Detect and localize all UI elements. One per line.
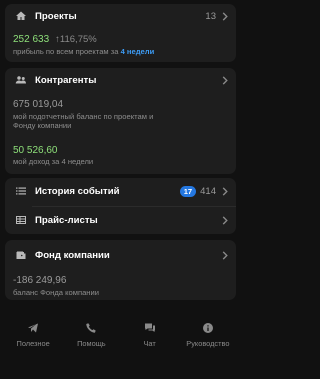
projects-card[interactable]: Проекты 13 252 633 ↑116,75% прибыль по в… — [5, 4, 236, 62]
counterparties-income-caption: мой доход за 4 недели — [13, 157, 94, 166]
fund-title: Фонд компании — [35, 249, 110, 261]
fund-card[interactable]: Фонд компании -186 249,96 баланс Фонда к… — [5, 240, 236, 300]
tab-label: Чат — [143, 339, 156, 348]
projects-count: 13 — [205, 10, 216, 22]
send-icon — [28, 323, 39, 333]
counterparties-header[interactable]: Контрагенты — [5, 70, 236, 90]
projects-growth: ↑116,75% — [55, 34, 97, 45]
home-icon — [13, 8, 29, 24]
tab-label: Помощь — [77, 339, 106, 348]
history-count: 414 — [200, 185, 216, 197]
table-icon — [13, 212, 29, 228]
projects-caption-line: прибыль по всем проектам за 4 недели — [13, 47, 154, 56]
chat-icon — [144, 323, 155, 332]
info-icon — [202, 323, 213, 333]
chevron-right-icon — [222, 75, 228, 85]
counterparties-card[interactable]: Контрагенты 675 019,04 мой подотчетный б… — [5, 68, 236, 174]
projects-period-link[interactable]: 4 недели — [121, 47, 155, 56]
projects-caption: прибыль по всем проектам за — [13, 47, 121, 56]
pricelists-title: Прайс-листы — [35, 214, 98, 226]
projects-title: Проекты — [35, 10, 77, 22]
fund-header[interactable]: Фонд компании — [5, 245, 236, 265]
pricelists-row[interactable]: Прайс-листы — [5, 210, 236, 230]
tab-label: Полезное — [16, 339, 50, 348]
counterparties-balance-value: 675 019,04 — [13, 99, 64, 110]
projects-profit: 252 633 — [13, 34, 50, 45]
projects-header[interactable]: Проекты 13 — [5, 6, 236, 26]
wallet-icon — [13, 247, 29, 263]
tab-label: Руководство — [186, 339, 230, 348]
counterparties-title: Контрагенты — [35, 74, 97, 86]
counterparties-balance-caption-2: Фонду компании — [13, 121, 72, 130]
menu-card: История событий 17 414 Прайс-листы — [5, 178, 236, 234]
tab-chat[interactable]: Чат — [122, 316, 178, 379]
counterparties-income-value: 50 526,60 — [13, 145, 58, 156]
chevron-right-icon — [222, 250, 228, 260]
counterparties-balance-caption-1: мой подотчетный баланс по проектам и — [13, 112, 154, 121]
chevron-right-icon — [222, 11, 228, 21]
users-icon — [13, 72, 29, 88]
fund-balance-value: -186 249,96 — [13, 275, 67, 286]
tab-guide[interactable]: Руководство — [180, 316, 236, 379]
phone-icon — [86, 323, 97, 333]
tab-help[interactable]: Помощь — [63, 316, 119, 379]
tab-useful[interactable]: Полезное — [5, 316, 61, 379]
divider — [32, 206, 236, 207]
fund-balance-caption: баланс Фонда компании — [13, 288, 99, 297]
chevron-right-icon — [222, 215, 228, 225]
history-row[interactable]: История событий 17 414 — [5, 181, 236, 201]
bottom-tab-bar: Полезное Помощь Чат Руководство — [0, 316, 241, 379]
chevron-right-icon — [222, 186, 228, 196]
list-icon — [13, 183, 29, 199]
history-title: История событий — [35, 185, 120, 197]
history-badge: 17 — [179, 185, 197, 197]
